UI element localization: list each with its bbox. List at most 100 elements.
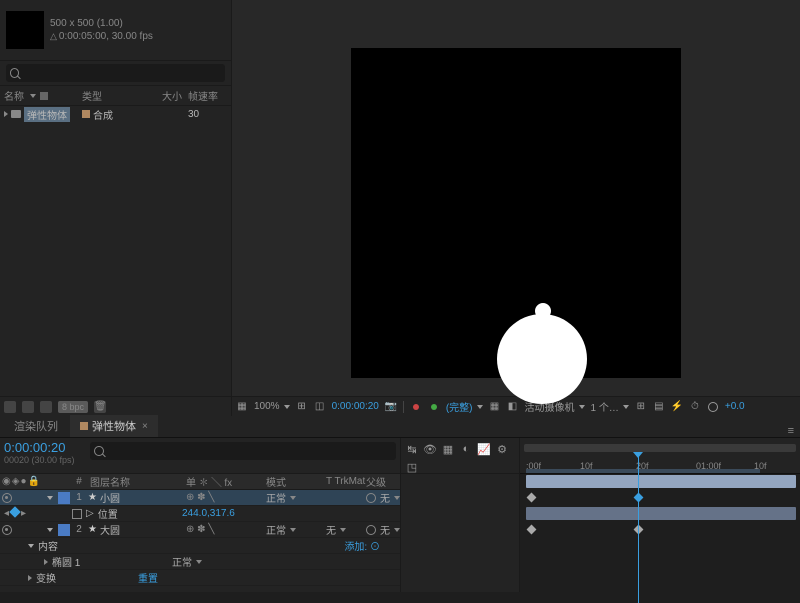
track-layer-2[interactable] bbox=[520, 506, 800, 522]
next-kf-icon[interactable]: ▸ bbox=[21, 508, 26, 519]
disclosure-icon[interactable] bbox=[47, 496, 53, 500]
new-folder-icon[interactable] bbox=[22, 401, 34, 413]
col-mode[interactable]: 模式 bbox=[266, 474, 326, 489]
layer-bar[interactable] bbox=[526, 507, 796, 520]
shape-small-circle[interactable] bbox=[535, 303, 551, 319]
track-position-kf[interactable] bbox=[520, 490, 800, 506]
panel-menu-icon[interactable]: ≡ bbox=[788, 425, 794, 437]
disclosure-icon[interactable] bbox=[4, 111, 8, 117]
comp-canvas[interactable] bbox=[351, 48, 681, 378]
tab-comp[interactable]: 弹性物体× bbox=[70, 415, 158, 437]
current-timecode[interactable]: 0:00:00:20 bbox=[4, 440, 82, 455]
pixel-aspect-icon[interactable]: ▤ bbox=[653, 401, 665, 413]
layer-name[interactable]: 小圆 bbox=[100, 490, 120, 505]
pickwhip-icon[interactable] bbox=[366, 525, 376, 535]
col-fps[interactable]: 帧速率 bbox=[182, 88, 227, 103]
grid-icon[interactable]: ▦ bbox=[236, 401, 248, 413]
track-prop[interactable] bbox=[520, 554, 800, 570]
zoom-dropdown[interactable]: 100% bbox=[254, 401, 290, 412]
blend-mode-dropdown[interactable]: 正常 bbox=[266, 522, 326, 537]
col-layer-name[interactable]: 图层名称 bbox=[86, 474, 186, 489]
layer-switches[interactable]: ⊕ ✽ ╲ bbox=[186, 492, 266, 503]
track-layer-1[interactable] bbox=[520, 474, 800, 490]
snapshot-icon[interactable]: 📷 bbox=[385, 401, 397, 413]
disclosure-icon[interactable] bbox=[28, 575, 32, 581]
col-number[interactable]: # bbox=[72, 476, 86, 487]
graph-icon[interactable]: 📈 bbox=[477, 442, 491, 456]
project-search-input[interactable] bbox=[23, 67, 221, 79]
layer-name[interactable]: 大圆 bbox=[100, 522, 120, 537]
draft3d-icon[interactable]: ◳ bbox=[405, 460, 419, 474]
col-trkmat[interactable]: T TrkMat bbox=[326, 476, 366, 487]
trkmat-dropdown[interactable]: 无 bbox=[326, 522, 366, 537]
parent-dropdown[interactable]: 无 bbox=[380, 522, 400, 537]
transparency-icon[interactable]: ▦ bbox=[489, 401, 501, 413]
comp-flow-icon[interactable]: ↹ bbox=[405, 442, 419, 456]
layer-row-2[interactable]: 2 ★大圆 ⊕ ✽ ╲ 正常 无 无 bbox=[0, 522, 400, 538]
keyframe-diamond-icon[interactable] bbox=[9, 506, 20, 517]
prop-value[interactable]: 244.0,317.6 bbox=[172, 508, 235, 519]
shape-mode-dropdown[interactable]: 正常 bbox=[144, 554, 202, 569]
prop-transform[interactable]: 变换 重置 bbox=[0, 570, 400, 586]
tab-render-queue[interactable]: 渲染队列 bbox=[4, 415, 68, 437]
pickwhip-icon[interactable] bbox=[366, 493, 376, 503]
prop-contents[interactable]: 内容 添加: ⊙ bbox=[0, 538, 400, 554]
interpret-icon[interactable] bbox=[4, 401, 16, 413]
exposure-value[interactable]: +0.0 bbox=[725, 401, 745, 412]
fast-preview-icon[interactable]: ⚡ bbox=[671, 401, 683, 413]
parent-dropdown[interactable]: 无 bbox=[380, 490, 400, 505]
preview-time[interactable]: 0:00:00:20 bbox=[332, 401, 379, 412]
col-type[interactable]: 类型 bbox=[82, 88, 142, 103]
settings-icon[interactable] bbox=[708, 402, 718, 412]
close-icon[interactable]: × bbox=[142, 421, 148, 432]
motion-blur-icon[interactable]: ◐ bbox=[459, 442, 473, 456]
resolution-icon[interactable]: ⊞ bbox=[296, 401, 308, 413]
mask-icon[interactable]: ◧ bbox=[507, 401, 519, 413]
layer-color-swatch[interactable] bbox=[58, 524, 70, 536]
time-ruler[interactable]: :00f 10f 20f 01:00f 10f bbox=[520, 438, 800, 474]
views-dropdown[interactable]: 1 个… bbox=[591, 399, 629, 414]
disclosure-icon[interactable] bbox=[47, 528, 53, 532]
brainstorm-icon[interactable]: ⚙ bbox=[495, 442, 509, 456]
comp-viewer[interactable] bbox=[232, 0, 800, 396]
eye-icon[interactable] bbox=[2, 493, 12, 503]
layer-color-swatch[interactable] bbox=[58, 492, 70, 504]
track-prop[interactable] bbox=[520, 522, 800, 538]
track-prop[interactable] bbox=[520, 538, 800, 554]
new-comp-icon[interactable] bbox=[40, 401, 52, 413]
roi-icon[interactable]: ◫ bbox=[314, 401, 326, 413]
timecode-box[interactable]: 0:00:00:20 00020 (30.00 fps) bbox=[0, 438, 86, 473]
timeline-tracks[interactable]: :00f 10f 20f 01:00f 10f bbox=[520, 438, 800, 592]
layer-bar[interactable] bbox=[526, 475, 796, 488]
layer-switches[interactable]: ⊕ ✽ ╲ bbox=[186, 524, 266, 535]
reset-link[interactable]: 重置 bbox=[128, 570, 158, 585]
col-size[interactable]: 大小 bbox=[142, 88, 182, 103]
shape-big-circle[interactable] bbox=[497, 314, 587, 404]
frame-blend-icon[interactable]: ▦ bbox=[441, 442, 455, 456]
green-channel-icon[interactable] bbox=[431, 404, 437, 410]
project-bpc[interactable]: 8 bpc bbox=[58, 401, 88, 413]
layer-row-1[interactable]: 1 ★小圆 ⊕ ✽ ╲ 正常 无 bbox=[0, 490, 400, 506]
guides-icon[interactable]: ⊞ bbox=[635, 401, 647, 413]
prop-position[interactable]: ◂▸ ▷位置 244.0,317.6 bbox=[0, 506, 400, 522]
comp-thumbnail[interactable] bbox=[6, 11, 44, 49]
keyframe-icon[interactable] bbox=[527, 493, 537, 503]
col-name[interactable]: 名称 bbox=[4, 88, 82, 103]
disclosure-icon[interactable] bbox=[28, 544, 34, 548]
shy-icon[interactable]: 👁 bbox=[423, 442, 437, 456]
playhead[interactable] bbox=[638, 456, 639, 603]
keyframe-icon[interactable] bbox=[527, 525, 537, 535]
time-navigator[interactable] bbox=[524, 444, 796, 452]
timeline-icon[interactable]: ⏱ bbox=[689, 401, 701, 413]
prop-ellipse[interactable]: 椭圆 1 正常 bbox=[0, 554, 400, 570]
timeline-search-input[interactable] bbox=[108, 445, 392, 457]
disclosure-icon[interactable] bbox=[44, 559, 48, 565]
project-list[interactable]: 弹性物体 合成 30 bbox=[0, 106, 231, 396]
add-button[interactable]: 添加: ⊙ bbox=[344, 538, 380, 553]
trash-icon[interactable]: 🗑 bbox=[94, 401, 106, 413]
col-parent[interactable]: 父级 bbox=[366, 474, 400, 489]
eye-icon[interactable] bbox=[2, 525, 12, 535]
prev-kf-icon[interactable]: ◂ bbox=[4, 508, 9, 519]
quality-dropdown[interactable]: (完整) bbox=[446, 399, 483, 414]
red-channel-icon[interactable] bbox=[413, 404, 419, 410]
